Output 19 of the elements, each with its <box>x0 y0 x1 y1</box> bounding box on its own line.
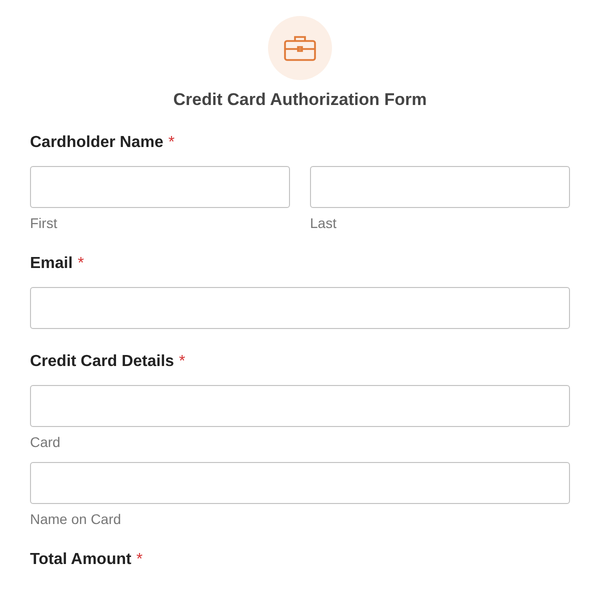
field-sublabel: Name on Card <box>30 511 122 527</box>
field-sublabel: First <box>30 215 58 231</box>
required-marker: * <box>136 551 143 569</box>
input-field[interactable] <box>30 166 290 208</box>
input-field[interactable] <box>30 287 570 329</box>
briefcase-icon <box>283 34 317 62</box>
required-marker: * <box>78 255 84 273</box>
required-marker: * <box>168 134 175 152</box>
field-label: Total Amount <box>30 551 132 569</box>
field-label: Credit Card Details <box>30 353 174 371</box>
form-title: Credit Card Authorization Form <box>173 90 427 110</box>
field-sublabel: Card <box>30 434 60 450</box>
field-sublabel: Last <box>310 215 336 231</box>
field-label: Cardholder Name <box>30 134 164 152</box>
field-label: Email <box>30 255 73 273</box>
input-field[interactable] <box>30 385 570 427</box>
input-field[interactable] <box>30 462 570 504</box>
input-field[interactable] <box>310 166 570 208</box>
required-marker: * <box>179 353 186 371</box>
